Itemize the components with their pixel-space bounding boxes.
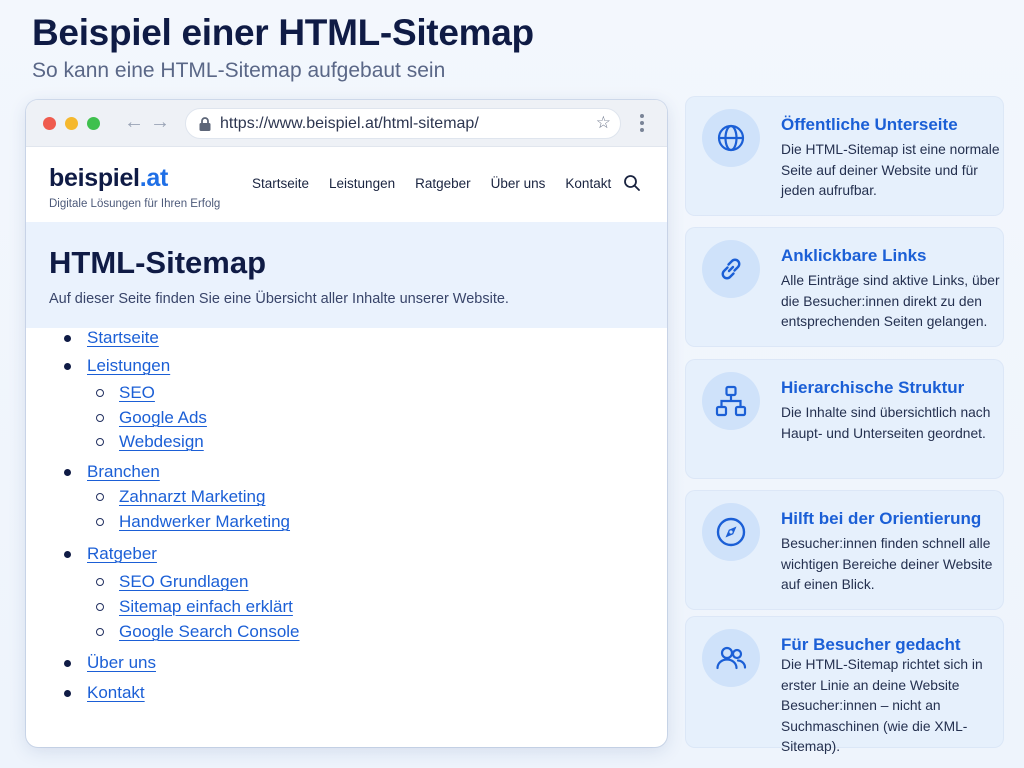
compass-icon <box>716 517 746 547</box>
close-window-button[interactable] <box>43 117 56 130</box>
sitemap-link[interactable]: Über uns <box>87 653 156 673</box>
hero-description: Auf dieser Seite finden Sie eine Übersic… <box>49 291 509 307</box>
info-card-hierarchy: Hierarchische Struktur Die Inhalte sind … <box>686 360 1003 478</box>
list-bullet <box>96 628 104 636</box>
list-bullet <box>96 389 104 397</box>
kebab-menu-icon[interactable] <box>637 112 647 134</box>
info-card-orientation: Hilft bei der Orientierung Besucher:inne… <box>686 491 1003 609</box>
nav-item-ratgeber[interactable]: Ratgeber <box>415 176 471 191</box>
sitemap-link[interactable]: SEO <box>119 383 155 403</box>
list-bullet <box>64 363 71 370</box>
browser-toolbar: ← → https://www.beispiel.at/html-sitemap… <box>26 100 667 147</box>
url-text: https://www.beispiel.at/html-sitemap/ <box>220 115 479 132</box>
page-subtitle: So kann eine HTML-Sitemap aufgebaut sein <box>32 59 446 82</box>
address-bar[interactable]: https://www.beispiel.at/html-sitemap/ ☆ <box>185 108 621 139</box>
site-logo[interactable]: beispiel.at <box>49 164 168 193</box>
hierarchy-icon <box>715 385 747 417</box>
card-text: Die Inhalte sind übersichtlich nach Haup… <box>781 405 991 441</box>
users-icon <box>716 646 747 670</box>
list-bullet <box>96 414 104 422</box>
sitemap-link[interactable]: Webdesign <box>119 432 204 452</box>
site-header: beispiel.at Digitale Lösungen für Ihren … <box>26 147 667 222</box>
maximize-window-button[interactable] <box>87 117 100 130</box>
forward-arrow-icon[interactable]: → <box>150 111 170 134</box>
sitemap-link[interactable]: Google Ads <box>119 408 207 428</box>
hero-title: HTML-Sitemap <box>49 245 266 280</box>
card-text: Alle Einträge sind aktive Links, über di… <box>781 273 1000 329</box>
sitemap-link[interactable]: SEO Grundlagen <box>119 572 248 592</box>
card-title: Anklickbare Links <box>781 246 927 265</box>
card-title: Öffentliche Unterseite <box>781 115 958 134</box>
star-icon[interactable]: ☆ <box>596 113 611 133</box>
sitemap-link[interactable]: Branchen <box>87 462 160 482</box>
list-bullet <box>64 335 71 342</box>
card-text: Besucher:innen finden schnell alle wicht… <box>781 536 993 592</box>
page-title: Beispiel einer HTML-Sitemap <box>32 12 534 53</box>
info-card-public: Öffentliche Unterseite Die HTML-Sitemap … <box>686 97 1003 215</box>
info-card-links: Anklickbare Links Alle Einträge sind akt… <box>686 228 1003 346</box>
list-bullet <box>64 469 71 476</box>
hero-section: HTML-Sitemap Auf dieser Seite finden Sie… <box>26 222 667 328</box>
card-text: Die HTML-Sitemap richtet sich in erster … <box>781 657 983 754</box>
nav-item-ueber-uns[interactable]: Über uns <box>491 176 546 191</box>
list-bullet <box>96 578 104 586</box>
card-title: Hierarchische Struktur <box>781 378 965 397</box>
sitemap-link[interactable]: Ratgeber <box>87 544 157 564</box>
nav-item-leistungen[interactable]: Leistungen <box>329 176 395 191</box>
sitemap-link[interactable]: Google Search Console <box>119 622 300 642</box>
list-bullet <box>96 603 104 611</box>
nav-item-startseite[interactable]: Startseite <box>252 176 309 191</box>
card-title: Für Besucher gedacht <box>781 635 961 654</box>
card-text: Die HTML-Sitemap ist eine normale Seite … <box>781 142 1000 198</box>
sitemap-link[interactable]: Kontakt <box>87 683 145 703</box>
nav-item-kontakt[interactable]: Kontakt <box>565 176 611 191</box>
lock-icon <box>199 117 211 131</box>
site-tagline: Digitale Lösungen für Ihren Erfolg <box>49 198 221 210</box>
list-bullet <box>64 660 71 667</box>
minimize-window-button[interactable] <box>65 117 78 130</box>
sitemap-link[interactable]: Startseite <box>87 328 159 348</box>
list-bullet <box>64 551 71 558</box>
sitemap-link[interactable]: Leistungen <box>87 356 170 376</box>
back-arrow-icon[interactable]: ← <box>124 111 144 134</box>
list-bullet <box>96 518 104 526</box>
link-icon <box>721 258 741 280</box>
card-title: Hilft bei der Orientierung <box>781 509 982 528</box>
globe-icon <box>717 124 745 152</box>
sitemap-link[interactable]: Sitemap einfach erklärt <box>119 597 293 617</box>
list-bullet <box>96 438 104 446</box>
sitemap-link[interactable]: Handwerker Marketing <box>119 512 290 532</box>
list-bullet <box>64 690 71 697</box>
sitemap-link[interactable]: Zahnarzt Marketing <box>119 487 265 507</box>
list-bullet <box>96 493 104 501</box>
site-nav: Startseite Leistungen Ratgeber Über uns … <box>252 176 631 191</box>
search-icon[interactable] <box>623 174 641 192</box>
browser-window: ← → https://www.beispiel.at/html-sitemap… <box>26 100 667 747</box>
info-card-visitors: Für Besucher gedacht Die HTML-Sitemap ri… <box>686 617 1003 754</box>
